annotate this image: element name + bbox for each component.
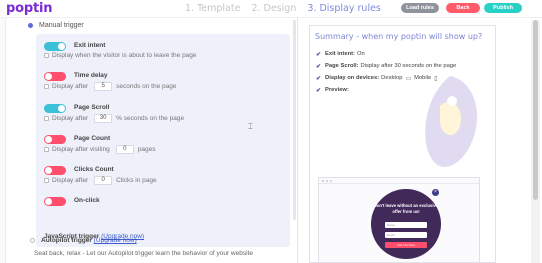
time-delay-toggle[interactable]: [44, 72, 66, 81]
rule-title: Page Scroll: [74, 104, 110, 111]
browser-dot: [326, 179, 328, 182]
preview-browser: Don't leave without an exclusive offer f…: [318, 177, 480, 262]
checkbox[interactable]: [44, 84, 49, 89]
page-scroll-input[interactable]: 30: [94, 114, 113, 123]
back-button[interactable]: Back: [446, 3, 480, 13]
rule-description: Display after 30 % seconds on the page: [44, 114, 184, 123]
publish-button[interactable]: Publish: [484, 3, 522, 13]
summary-label: Exit intent:: [325, 51, 355, 57]
step-display-rules[interactable]: 3. Display rules: [307, 3, 380, 14]
checkbox[interactable]: [44, 53, 49, 58]
toggle-knob: [45, 167, 52, 174]
summary-label: Display on devices:: [325, 75, 380, 81]
left-sidebar-edge: [0, 18, 6, 263]
left-scrollbar[interactable]: [293, 20, 296, 220]
popup-name-field: Name: [385, 222, 427, 228]
toggle-knob: [45, 136, 52, 143]
page-count-suffix: pages: [137, 146, 156, 153]
page-scroll-prefix: Display after: [52, 115, 89, 122]
device-mobile: Mobile: [414, 75, 432, 81]
time-delay-input[interactable]: 5: [94, 82, 113, 91]
trigger-settings: Manual trigger Exit intent Display when …: [28, 18, 290, 263]
rule-title: Exit intent: [74, 42, 106, 49]
rule-description: Display after 5 seconds on the page: [44, 82, 176, 91]
desktop-icon: ▭: [405, 75, 412, 82]
summary-item: ✔ Page Scroll: Display after 30 seconds …: [316, 60, 456, 72]
exit-intent-toggle[interactable]: [44, 42, 66, 51]
clicks-count-prefix: Display after: [52, 177, 89, 184]
clicks-count-toggle[interactable]: [44, 166, 66, 175]
checkbox[interactable]: [44, 147, 49, 152]
step-template[interactable]: 1. Template: [185, 3, 240, 14]
page-count-toggle[interactable]: [44, 135, 66, 144]
check-icon: ✔: [316, 51, 322, 58]
summary-item: ✔ Exit intent: On: [316, 48, 456, 60]
autopilot-trigger[interactable]: Autopilot trigger (Upgrade now): [30, 237, 137, 244]
poptin-logo[interactable]: poptin: [6, 1, 52, 16]
top-bar: poptin 1. Template 2. Design 3. Display …: [0, 0, 542, 18]
summary-item: ✔ Preview:: [316, 84, 456, 96]
load-rules-button[interactable]: Load rules: [401, 3, 439, 13]
panel-divider: [297, 18, 298, 263]
mobile-icon: ▯: [434, 75, 438, 82]
check-icon: ✔: [316, 87, 322, 94]
close-icon: ×: [432, 189, 439, 196]
page-count-prefix: Display after visiting: [52, 146, 110, 153]
device-desktop: Desktop: [381, 75, 403, 81]
rule-title: On-click: [74, 197, 100, 204]
step-design[interactable]: 2. Design: [251, 3, 296, 14]
time-delay-prefix: Display after: [52, 83, 89, 90]
summary-value: On: [356, 51, 365, 57]
scrollbar-thumb[interactable]: [533, 20, 538, 200]
time-delay-suffix: seconds on the page: [116, 83, 177, 90]
summary-label: Preview:: [325, 87, 349, 93]
page-scrollbar[interactable]: [531, 20, 540, 263]
toggle-knob: [58, 43, 65, 50]
exit-intent-desc: Display when the visitor is about to lea…: [52, 52, 197, 59]
summary-label: Page Scroll:: [325, 63, 359, 69]
checkbox[interactable]: [44, 116, 49, 121]
rule-title: Time delay: [74, 72, 108, 79]
page-scroll-suffix: % seconds on the page: [116, 115, 185, 122]
summary-item: ✔ Display on devices: Desktop ▭ Mobile ▯: [316, 72, 456, 84]
browser-dot: [322, 179, 324, 182]
cursor-icon: ⌶: [248, 122, 253, 131]
autopilot-description: Seat back, relax - Let our Autopilot tri…: [34, 250, 253, 257]
page-count-input[interactable]: 0: [115, 145, 134, 154]
browser-dot: [330, 179, 332, 182]
summary-panel: Summary - when my poptin will show up? ✔…: [309, 25, 496, 263]
autopilot-upgrade-link[interactable]: (Upgrade now): [94, 237, 137, 244]
popup-email-field: Email: [385, 232, 427, 238]
wizard-steps: 1. Template 2. Design 3. Display rules: [185, 3, 389, 14]
check-icon: ✔: [316, 63, 322, 70]
summary-list: ✔ Exit intent: On ✔ Page Scroll: Display…: [316, 48, 456, 96]
rule-title: Clicks Count: [74, 166, 114, 173]
manual-trigger-option[interactable]: Manual trigger: [28, 22, 84, 29]
radio-selected-icon[interactable]: [28, 23, 33, 28]
rule-description: Display after 0 Clicks in page: [44, 176, 157, 185]
toggle-knob: [45, 198, 52, 205]
clicks-count-suffix: Clicks in page: [116, 177, 157, 184]
rules-panel: Exit intent Display when the visitor is …: [36, 34, 290, 247]
manual-trigger-label: Manual trigger: [39, 22, 84, 29]
summary-value: Display after 30 seconds on the page: [360, 63, 457, 69]
toggle-knob: [45, 73, 52, 80]
autopilot-label: Autopilot trigger: [41, 237, 92, 244]
clicks-count-input[interactable]: 0: [94, 176, 113, 185]
summary-title: Summary - when my poptin will show up?: [315, 32, 483, 41]
toggle-knob: [58, 105, 65, 112]
rule-description: Display when the visitor is about to lea…: [44, 52, 197, 59]
page-scroll-toggle[interactable]: [44, 104, 66, 113]
checkbox[interactable]: [44, 178, 49, 183]
on-click-toggle[interactable]: [44, 197, 66, 206]
browser-bar: [319, 178, 479, 184]
rule-description: Display after visiting 0 pages: [44, 145, 156, 154]
popup-preview: Don't leave without an exclusive offer f…: [371, 189, 441, 259]
rule-title: Page Count: [74, 135, 111, 142]
popup-cta-button: Get it for free: [385, 242, 427, 248]
check-icon: ✔: [316, 75, 322, 82]
radio-unselected-icon[interactable]: [30, 238, 35, 243]
popup-headline: Don't leave without an exclusive offer f…: [373, 203, 439, 214]
